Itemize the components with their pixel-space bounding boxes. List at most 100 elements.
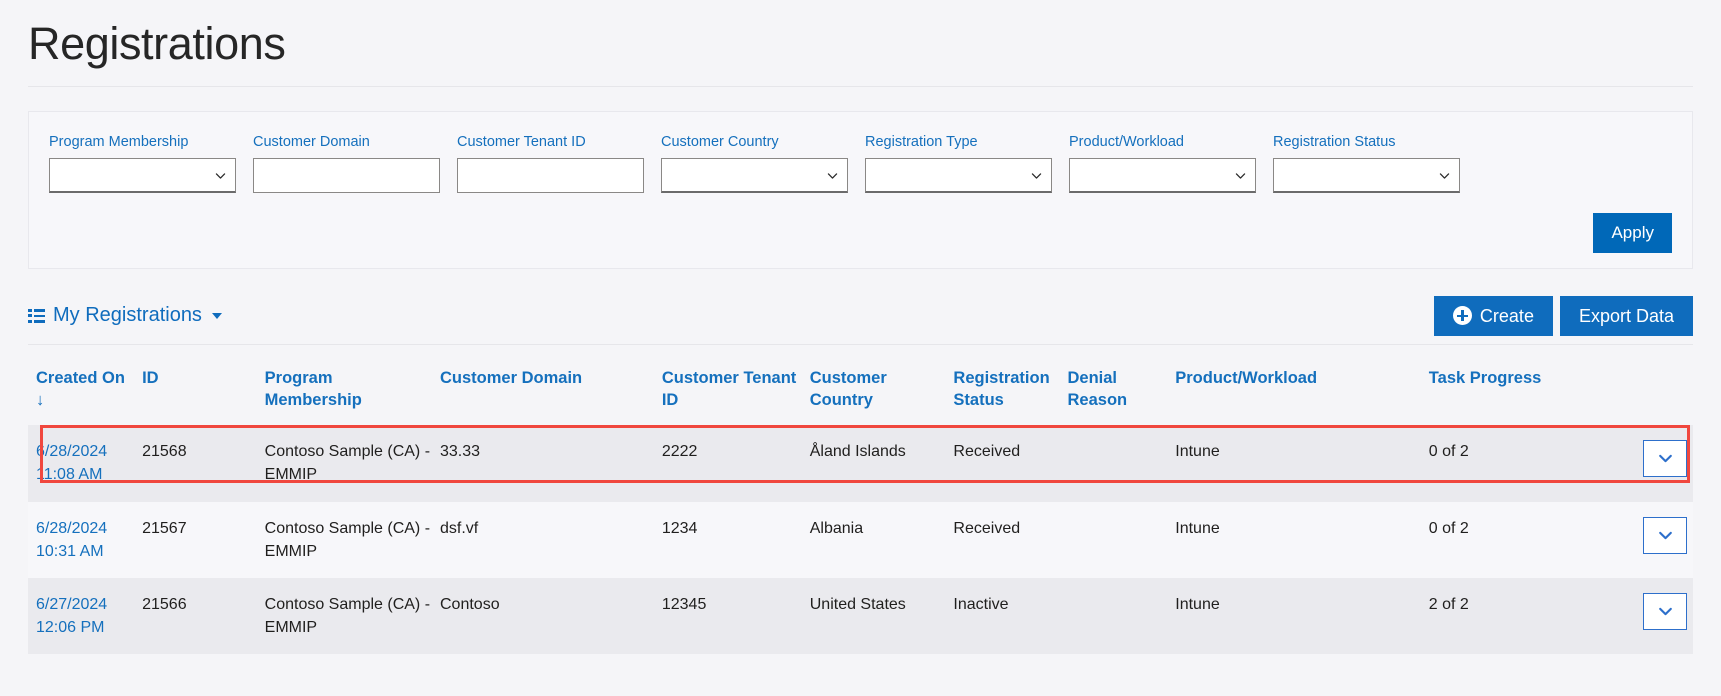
plus-circle-icon — [1452, 306, 1472, 326]
cell-created-on: 6/28/2024 11:08 AM — [28, 425, 1690, 502]
filter-control — [49, 158, 236, 194]
filter-label: Registration Status — [1273, 133, 1396, 150]
filter-field-0: Program Membership — [49, 133, 236, 194]
cell-registration-status: Received — [953, 425, 1068, 502]
filter-label: Registration Type — [865, 133, 978, 150]
row-expand-button[interactable] — [1643, 440, 1687, 478]
filter-control — [1273, 158, 1460, 194]
filter-label: Product/Workload — [1069, 133, 1184, 150]
cell-id: 21567 — [142, 501, 265, 579]
toolbar-actions: Create Export Data — [1433, 295, 1693, 336]
cell-id: 21566 — [142, 578, 265, 655]
view-selector-label: My Registrations — [53, 304, 202, 327]
page-header: Registrations — [0, 0, 1721, 70]
filter-label: Customer Domain — [253, 133, 370, 150]
cell-created-on: 6/28/2024 10:31 AM — [28, 501, 143, 579]
cell-customer-country: Åland Islands — [809, 425, 954, 502]
column-header-6[interactable]: Registration Status — [953, 345, 1067, 426]
filter-select[interactable] — [1069, 158, 1256, 194]
cell-task-progress: 0 of 2 — [1428, 425, 1609, 502]
cell-registration-status: Inactive — [953, 578, 1068, 655]
cell-product-workload: Intune — [1175, 425, 1429, 502]
table-row[interactable]: 6/27/2024 12:06 PM 21566 Contoso Sample (CA… — [28, 578, 1693, 655]
registrations-table-container: Created On ↓ ID Program Membership Customer… — [28, 343, 1693, 655]
table-header: Created On ↓ ID Program Membership Customer… — [28, 345, 1693, 426]
cell-actions — [1608, 425, 1693, 502]
registrations-table: Created On ↓ ID Program Membership Customer… — [28, 345, 1693, 655]
cell-customer-country: Albania — [809, 501, 954, 579]
row-expand-button[interactable] — [1643, 516, 1687, 554]
create-button[interactable]: Create — [1433, 295, 1553, 336]
apply-button[interactable]: Apply — [1593, 212, 1672, 253]
export-data-button[interactable]: Export Data — [1559, 295, 1693, 336]
create-button-label: Create — [1479, 305, 1534, 326]
table-row[interactable]: 6/28/2024 10:31 AM 21567 Contoso Sample (CA… — [28, 501, 1693, 579]
cell-denial-reason — [1067, 501, 1176, 579]
column-header-7[interactable]: Denial Reason — [1068, 345, 1176, 426]
column-header-4[interactable]: Customer Tenant ID — [662, 345, 810, 426]
cell-customer-country: United States — [809, 578, 954, 655]
filter-label: Customer Tenant ID — [457, 133, 586, 150]
created-on-link[interactable]: 6/28/2024 — [36, 520, 107, 537]
column-header-10 — [1608, 345, 1693, 426]
cell-program-membership: Contoso Sample (CA) - EMMIP — [264, 578, 440, 655]
export-data-button-label: Export Data — [1578, 305, 1674, 326]
column-header-8[interactable]: Product/Workload — [1175, 345, 1429, 426]
column-header-9[interactable]: Task Progress — [1429, 345, 1609, 426]
filter-label: Program Membership — [49, 133, 189, 150]
cell-customer-tenant-id: 1234 — [661, 501, 810, 579]
filter-field-6: Registration Status — [1273, 133, 1460, 194]
cell-created-on: 6/27/2024 12:06 PM — [28, 578, 143, 655]
created-on-time[interactable]: 11:08 AM — [36, 466, 102, 483]
column-header-5[interactable]: Customer Country — [810, 345, 954, 426]
column-header-2[interactable]: Program Membership — [265, 345, 440, 426]
cell-customer-domain: 33.33 — [440, 425, 662, 502]
cell-denial-reason — [1067, 578, 1176, 655]
filter-text-input[interactable] — [253, 158, 440, 194]
created-on-link[interactable]: 6/27/2024 — [36, 596, 107, 613]
filter-select[interactable] — [1273, 158, 1460, 194]
cell-product-workload: Intune — [1175, 501, 1429, 579]
filter-field-2: Customer Tenant ID — [457, 133, 644, 194]
view-selector[interactable]: My Registrations — [28, 304, 222, 327]
cell-program-membership: Contoso Sample (CA) - EMMIP — [264, 501, 440, 579]
created-on-link[interactable]: 6/28/2024 — [36, 443, 107, 460]
filter-select[interactable] — [865, 158, 1052, 194]
caret-down-icon — [211, 312, 222, 319]
filter-field-4: Registration Type — [865, 133, 1052, 194]
cell-registration-status: Received — [953, 501, 1068, 579]
table-toolbar: My Registrations Create Export Data — [28, 293, 1693, 339]
cell-customer-domain: dsf.vf — [440, 501, 662, 579]
cell-actions — [1608, 578, 1693, 655]
cell-actions — [1608, 501, 1693, 579]
filter-control — [865, 158, 1052, 194]
cell-program-membership: Contoso Sample (CA) - EMMIP — [264, 425, 440, 502]
column-header-3[interactable]: Customer Domain — [440, 345, 662, 426]
cell-customer-tenant-id: 2222 — [661, 425, 810, 502]
table-row[interactable]: 6/28/2024 11:08 AM 21568 Contoso Sample (CA… — [28, 425, 1693, 502]
list-icon — [28, 308, 45, 323]
filter-control — [457, 158, 644, 194]
created-on-time[interactable]: 12:06 PM — [36, 619, 104, 636]
filter-row: Program Membership Customer Domain Custome… — [49, 133, 1672, 194]
row-expand-button[interactable] — [1643, 593, 1687, 631]
filter-control — [253, 158, 440, 194]
cell-customer-tenant-id: 12345 — [661, 578, 810, 655]
title-divider — [28, 85, 1693, 87]
filter-field-5: Product/Workload — [1069, 133, 1256, 194]
cell-task-progress: 0 of 2 — [1428, 501, 1609, 579]
filter-select[interactable] — [49, 158, 236, 194]
cell-task-progress: 2 of 2 — [1428, 578, 1609, 655]
column-header-0[interactable]: Created On ↓ — [28, 345, 142, 426]
cell-product-workload: Intune — [1175, 578, 1429, 655]
filter-select[interactable] — [661, 158, 848, 194]
cell-id: 21568 — [142, 425, 265, 502]
column-header-1[interactable]: ID — [142, 345, 265, 426]
filter-text-input[interactable] — [457, 158, 644, 194]
page-title: Registrations — [28, 18, 286, 69]
filter-panel: Program Membership Customer Domain Custome… — [28, 110, 1693, 269]
created-on-time[interactable]: 10:31 AM — [36, 543, 104, 560]
cell-denial-reason — [1067, 425, 1176, 502]
table-header-row: Created On ↓ ID Program Membership Customer… — [28, 345, 1693, 426]
filter-label: Customer Country — [661, 133, 779, 150]
